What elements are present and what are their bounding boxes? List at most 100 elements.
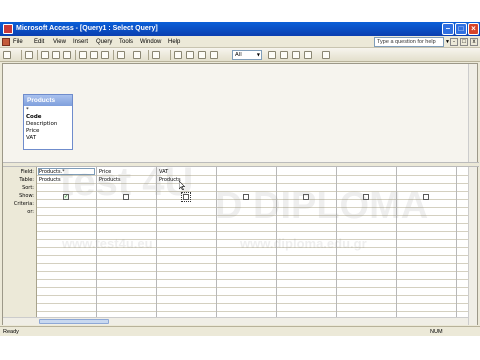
scrollbar-thumb[interactable]	[39, 319, 109, 324]
status-text: Ready	[3, 329, 19, 335]
table-cell[interactable]	[337, 176, 396, 184]
new-object-icon[interactable]	[304, 51, 312, 59]
table-cell[interactable]	[277, 176, 336, 184]
grid-column-3[interactable]: VAT Products	[157, 167, 217, 317]
menu-edit[interactable]: Edit	[34, 39, 44, 45]
field-cell[interactable]	[217, 168, 276, 176]
show-checkbox[interactable]	[243, 194, 249, 200]
help-question-input[interactable]: Type a question for help	[374, 37, 444, 47]
query-type-icon[interactable]	[152, 51, 160, 59]
grid-column-1[interactable]: Products.* Products ✓	[37, 167, 97, 317]
show-checkbox[interactable]	[423, 194, 429, 200]
num-lock-indicator: NUM	[430, 329, 443, 335]
field-list-item[interactable]: Code	[26, 114, 70, 121]
field-cell[interactable]: Products.*	[37, 168, 96, 176]
menu-view[interactable]: View	[53, 39, 66, 45]
menu-query[interactable]: Query	[96, 39, 112, 45]
row-label-criteria: Criteria:	[13, 201, 34, 207]
undo-icon[interactable]	[117, 51, 125, 59]
redo-icon[interactable]	[133, 51, 141, 59]
table-cell[interactable]: Products	[157, 176, 216, 184]
show-checkbox[interactable]	[181, 192, 191, 202]
table-pane-scrollbar[interactable]	[468, 64, 477, 162]
help-icon[interactable]	[322, 51, 330, 59]
grid-column-6[interactable]	[337, 167, 397, 317]
table-cell[interactable]: Products	[97, 176, 156, 184]
top-values-icon[interactable]	[210, 51, 218, 59]
query-design-window: Products * Code Description Price VAT Fi…	[2, 63, 479, 325]
table-cell[interactable]	[217, 176, 276, 184]
run-icon[interactable]	[174, 51, 182, 59]
doc-restore-button[interactable]: □	[460, 38, 468, 46]
field-cell[interactable]: VAT	[157, 168, 216, 176]
grid-column-5[interactable]	[277, 167, 337, 317]
field-cell[interactable]: Price	[97, 168, 156, 176]
field-list-items: * Code Description Price VAT	[24, 106, 72, 143]
build-icon[interactable]	[280, 51, 288, 59]
row-label-or: or:	[27, 209, 34, 215]
products-field-list[interactable]: Products * Code Description Price VAT	[23, 94, 73, 150]
minimize-button[interactable]: –	[442, 23, 454, 35]
combo-arrow-icon[interactable]: ▼	[257, 52, 260, 57]
row-label-show: Show:	[19, 193, 34, 199]
menu-help[interactable]: Help	[168, 39, 180, 45]
field-list-item[interactable]: VAT	[26, 135, 70, 142]
window-title: Microsoft Access - [Query1 : Select Quer…	[16, 25, 158, 32]
field-list-item[interactable]: *	[26, 107, 70, 114]
grid-column-7[interactable]	[397, 167, 457, 317]
toolbar-separator	[21, 50, 22, 60]
close-button[interactable]: ×	[468, 23, 479, 35]
mouse-pointer-icon	[179, 181, 185, 190]
field-cell[interactable]	[397, 168, 456, 176]
access-application: Microsoft Access - [Query1 : Select Quer…	[0, 22, 480, 336]
field-list-item[interactable]: Description	[26, 121, 70, 128]
properties-icon[interactable]	[268, 51, 276, 59]
toolbar-separator	[37, 50, 38, 60]
menu-insert[interactable]: Insert	[73, 39, 88, 45]
toolbar-separator	[75, 50, 76, 60]
table-cell[interactable]: Products	[37, 176, 96, 184]
status-bar: Ready NUM	[0, 326, 480, 336]
save-icon[interactable]	[25, 51, 33, 59]
database-window-icon[interactable]	[292, 51, 300, 59]
table-cell[interactable]	[397, 176, 456, 184]
show-table-icon[interactable]	[186, 51, 194, 59]
menu-window[interactable]: Window	[140, 39, 161, 45]
view-icon[interactable]	[3, 51, 11, 59]
row-label-field: Field:	[20, 169, 34, 175]
field-list-title[interactable]: Products	[24, 95, 72, 106]
maximize-button[interactable]: □	[455, 23, 467, 35]
field-cell[interactable]	[337, 168, 396, 176]
copy-icon[interactable]	[90, 51, 98, 59]
print-preview-icon[interactable]	[52, 51, 60, 59]
field-list-item[interactable]: Price	[26, 128, 70, 135]
grid-row-labels: Field: Table: Sort: Show: Criteria: or:	[3, 167, 37, 317]
toolbar: All ▼	[0, 48, 480, 62]
show-checkbox[interactable]	[363, 194, 369, 200]
toolbar-separator	[148, 50, 149, 60]
show-checkbox[interactable]	[123, 194, 129, 200]
show-checkbox[interactable]	[303, 194, 309, 200]
cut-icon[interactable]	[79, 51, 87, 59]
grid-column-4[interactable]	[217, 167, 277, 317]
menu-file[interactable]: File	[13, 39, 23, 45]
doc-minimize-button[interactable]: -	[450, 38, 458, 46]
row-label-table: Table:	[19, 177, 34, 183]
show-checkbox[interactable]: ✓	[63, 194, 69, 200]
doc-close-button[interactable]: x	[470, 38, 478, 46]
spelling-icon[interactable]	[63, 51, 71, 59]
access-app-icon[interactable]	[3, 24, 13, 34]
grid-horizontal-scrollbar[interactable]	[3, 317, 469, 325]
grid-column-2[interactable]: Price Products	[97, 167, 157, 317]
top-values-combo[interactable]: All ▼	[232, 50, 262, 60]
paste-icon[interactable]	[101, 51, 109, 59]
grid-vertical-scrollbar[interactable]	[468, 167, 477, 325]
design-grid: Field: Table: Sort: Show: Criteria: or:	[3, 167, 469, 317]
table-pane[interactable]: Products * Code Description Price VAT	[3, 64, 469, 162]
totals-icon[interactable]	[198, 51, 206, 59]
toolbar-separator	[170, 50, 171, 60]
query-doc-icon[interactable]	[2, 38, 10, 46]
menu-tools[interactable]: Tools	[119, 39, 133, 45]
print-icon[interactable]	[41, 51, 49, 59]
field-cell[interactable]	[277, 168, 336, 176]
